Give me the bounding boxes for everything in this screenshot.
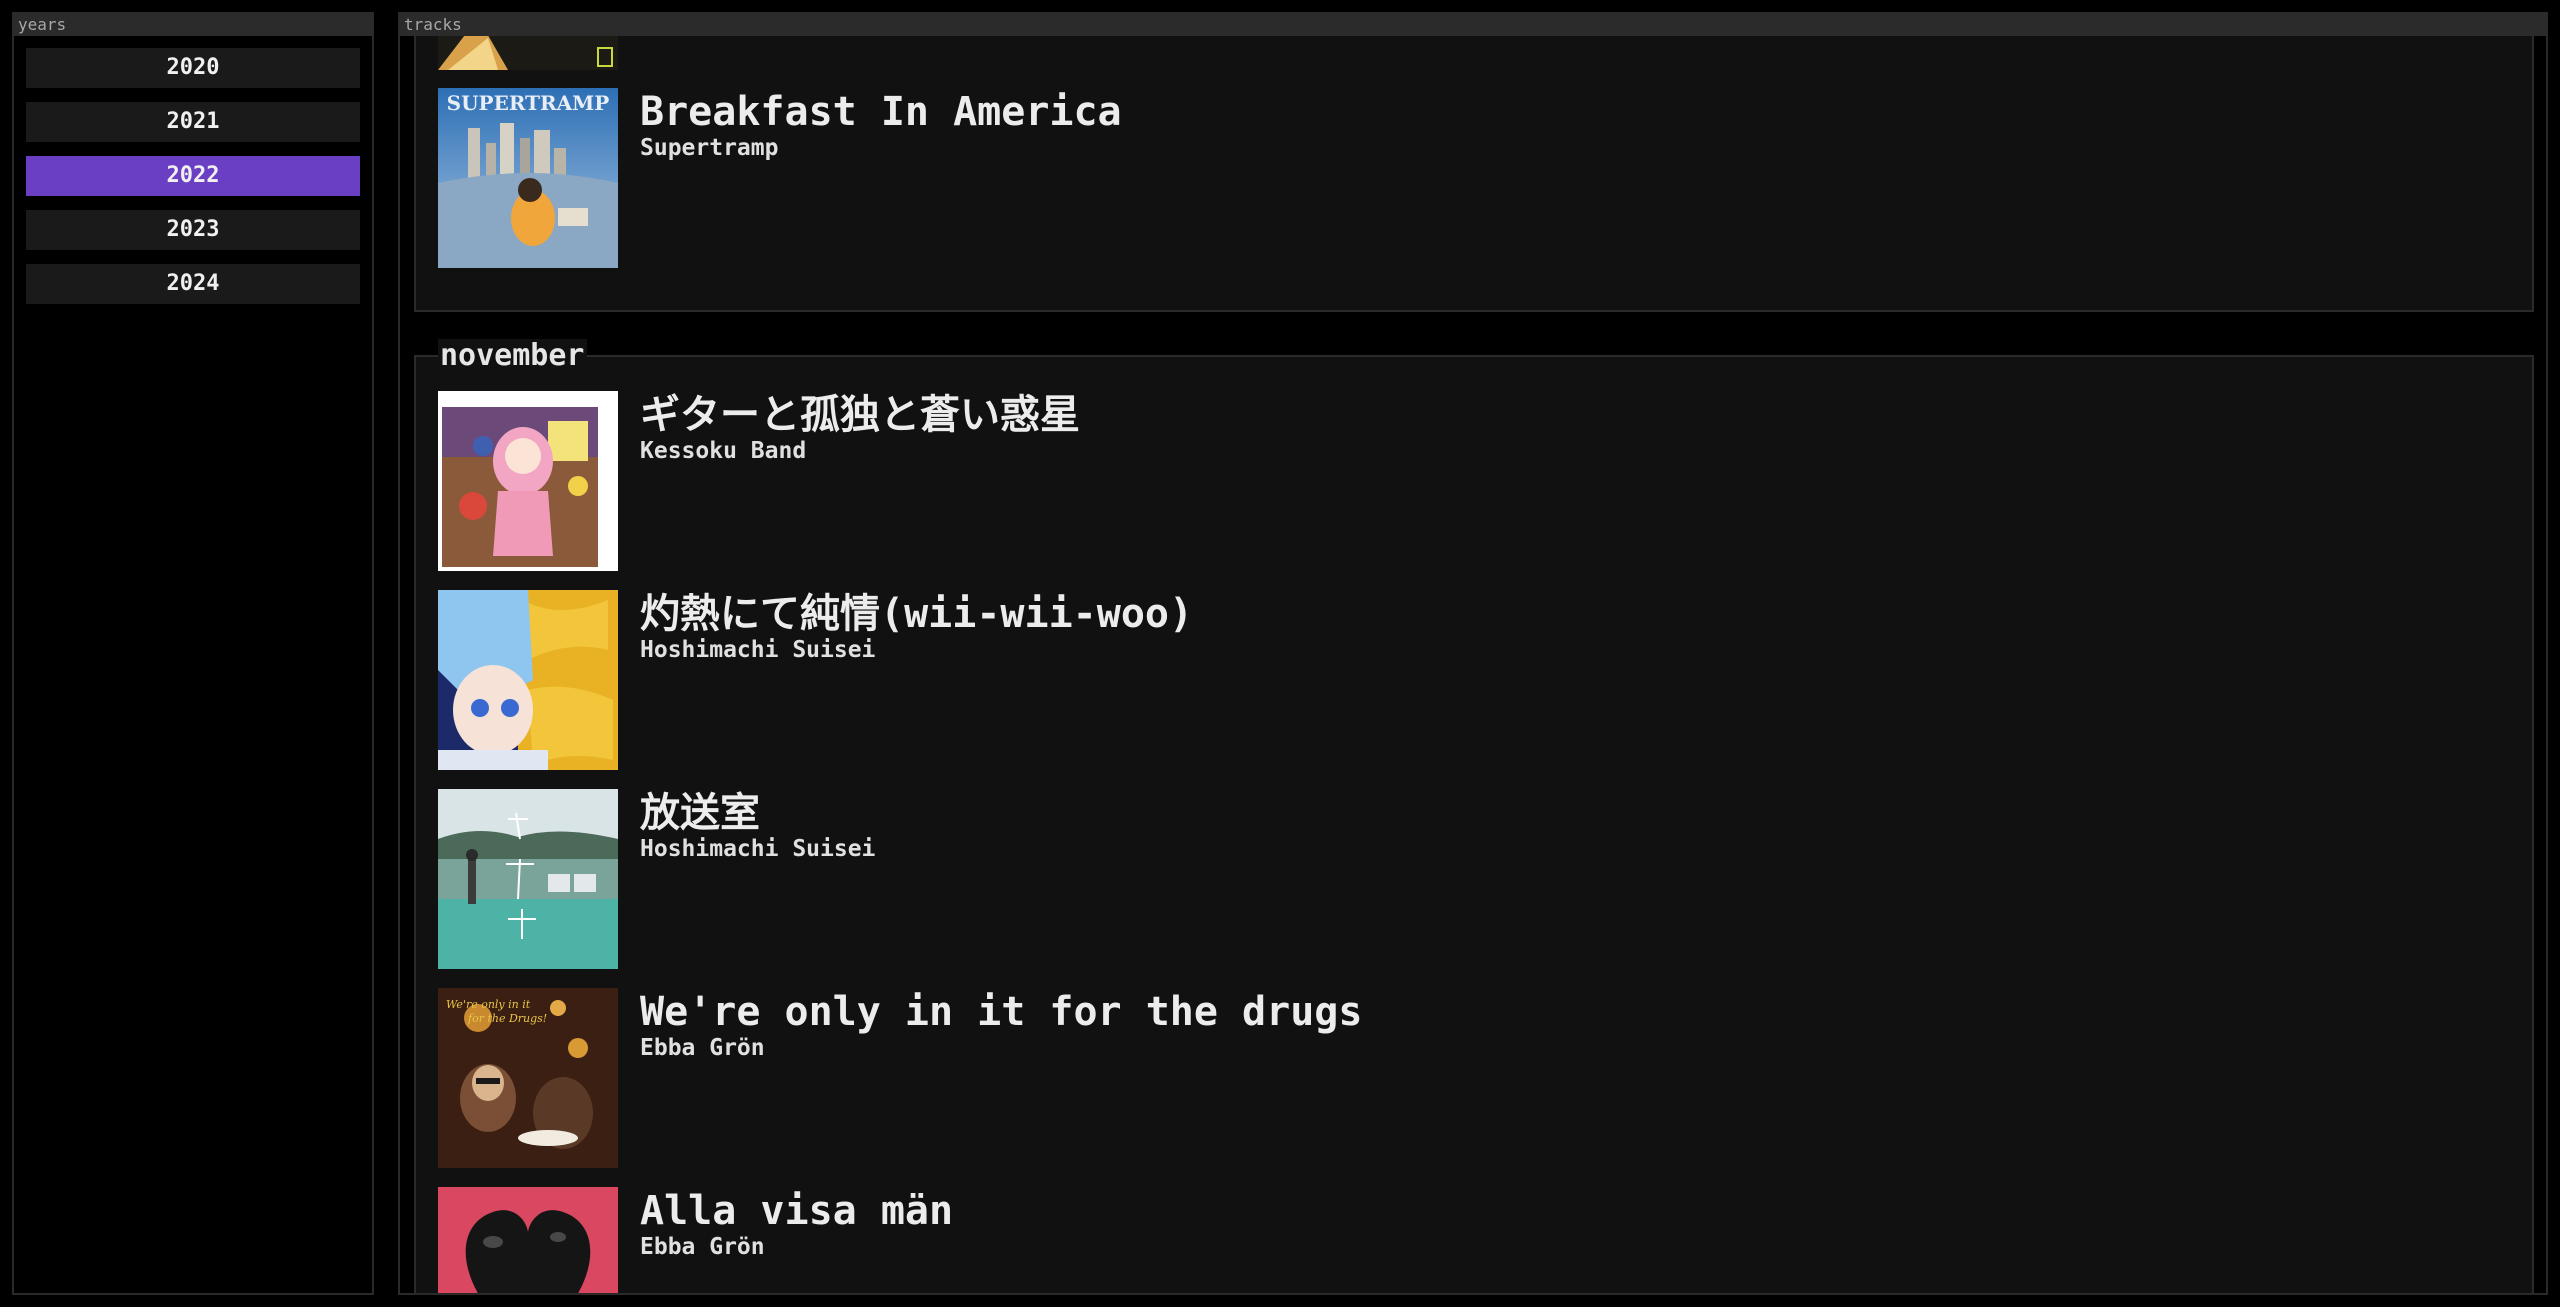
- track-artist: Hoshimachi Suisei: [640, 637, 876, 663]
- month-section-previous: SUPERTRAMP Breakfast In America Supertra…: [414, 36, 2534, 312]
- month-section-november: november ギターと孤独と蒼い惑星 Kessoku Band 灼熱にて純情…: [414, 339, 2534, 1293]
- track-item[interactable]: 放送室 Hoshimachi Suisei: [438, 789, 2438, 969]
- year-button-2020[interactable]: 2020: [26, 48, 360, 88]
- year-button-2021[interactable]: 2021: [26, 102, 360, 142]
- track-item[interactable]: Alla visa män Ebba Grön: [438, 1187, 2438, 1293]
- album-cover-ebba-gron-alla: [438, 1187, 618, 1293]
- album-cover-supertramp: SUPERTRAMP: [438, 88, 618, 268]
- track-item[interactable]: 灼熱にて純情(wii-wii-woo) Hoshimachi Suisei: [438, 590, 2438, 770]
- track-title: Alla visa män: [640, 1188, 954, 1234]
- track-title: 灼熱にて純情(wii-wii-woo): [640, 591, 1194, 637]
- track-artist: Kessoku Band: [640, 438, 807, 464]
- year-button-2022[interactable]: 2022: [26, 156, 360, 196]
- svg-text:We're only in it: We're only in it: [446, 998, 531, 1011]
- track-title: We're only in it for the drugs: [640, 989, 1363, 1035]
- years-pane-header: years: [14, 14, 372, 36]
- month-title: november: [438, 338, 587, 373]
- year-list: 2020 2021 2022 2023 2024: [14, 36, 372, 330]
- years-pane: years 2020 2021 2022 2023 2024: [12, 12, 374, 1295]
- svg-text:for the Drugs!: for the Drugs!: [467, 1012, 547, 1025]
- track-title: ギターと孤独と蒼い惑星: [640, 392, 1080, 438]
- album-cover-kessoku-band: [438, 391, 618, 571]
- track-item[interactable]: ギターと孤独と蒼い惑星 Kessoku Band: [438, 391, 2438, 571]
- svg-text:SUPERTRAMP: SUPERTRAMP: [447, 91, 610, 115]
- tracks-scroll-area[interactable]: SUPERTRAMP Breakfast In America Supertra…: [400, 36, 2546, 1293]
- track-title: Breakfast In America: [640, 89, 1122, 135]
- track-artist: Hoshimachi Suisei: [640, 836, 876, 862]
- album-cover-ebba-gron-drugs: We're only in it for the Drugs!: [438, 988, 618, 1168]
- track-title: 放送室: [640, 790, 760, 836]
- track-artist: Ebba Grön: [640, 1234, 765, 1260]
- track-item[interactable]: We're only in it for the Drugs! We're on…: [438, 988, 2438, 1168]
- tracks-pane[interactable]: tracks SUPERTRAMP Breakfast In America S…: [398, 12, 2548, 1295]
- track-artist: Ebba Grön: [640, 1035, 765, 1061]
- track-item[interactable]: SUPERTRAMP Breakfast In America Supertra…: [438, 88, 2438, 268]
- year-button-2023[interactable]: 2023: [26, 210, 360, 250]
- album-cover-suisei-housoushitsu: [438, 789, 618, 969]
- album-cover-previous-partial: [438, 36, 618, 70]
- track-artist: Supertramp: [640, 135, 779, 161]
- tracks-pane-header: tracks: [400, 14, 2546, 36]
- album-cover-suisei-shakunetsu: [438, 590, 618, 770]
- year-button-2024[interactable]: 2024: [26, 264, 360, 304]
